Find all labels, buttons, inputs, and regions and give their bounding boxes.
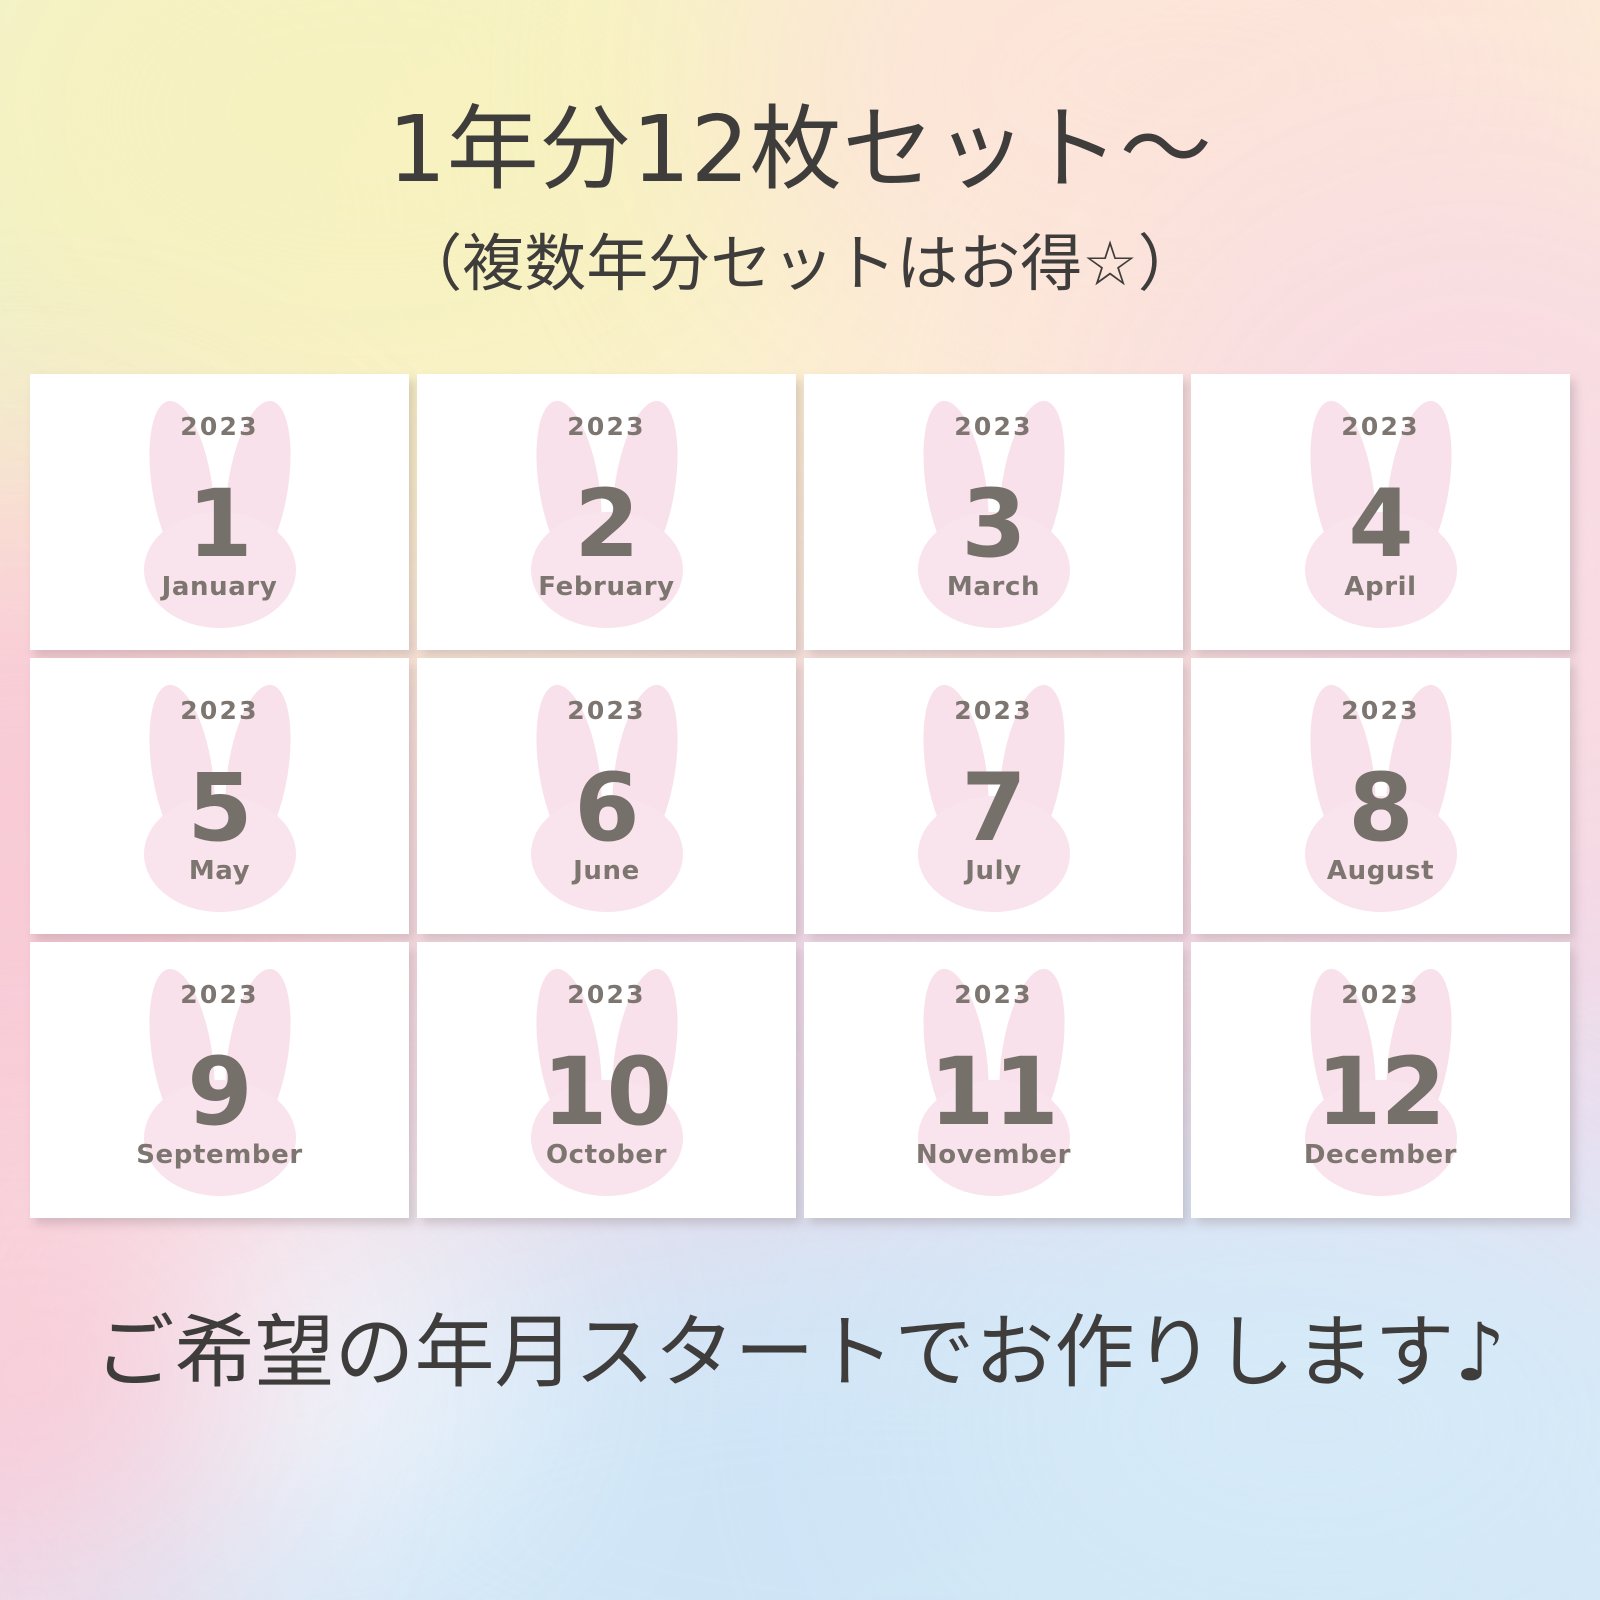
card-month-name: March xyxy=(946,572,1041,602)
card-year-label: 2023 xyxy=(954,412,1033,441)
card-text-layer: 2023 5 May xyxy=(30,658,409,934)
card-month-number: 3 xyxy=(961,470,1026,579)
card-year-label: 2023 xyxy=(954,696,1033,725)
card-text-layer: 2023 9 September xyxy=(30,942,409,1218)
card-year-label: 2023 xyxy=(954,980,1033,1009)
card-text-layer: 2023 10 October xyxy=(417,942,796,1218)
calendar-card-september[interactable]: 2023 9 September xyxy=(30,942,409,1218)
card-month-number: 11 xyxy=(929,1038,1059,1147)
card-month-number: 9 xyxy=(187,1038,252,1147)
card-month-number: 1 xyxy=(187,470,252,579)
card-month-name: June xyxy=(573,856,640,886)
calendar-card-august[interactable]: 2023 8 August xyxy=(1191,658,1570,934)
card-year-label: 2023 xyxy=(1341,412,1420,441)
card-month-number: 4 xyxy=(1348,470,1413,579)
card-month-name: April xyxy=(1344,572,1417,602)
card-text-layer: 2023 1 January xyxy=(30,374,409,650)
calendar-card-november[interactable]: 2023 11 November xyxy=(804,942,1183,1218)
calendar-card-march[interactable]: 2023 3 March xyxy=(804,374,1183,650)
footer-note: ご希望の年月スタートでお作りします♪ xyxy=(94,1306,1506,1399)
calendar-card-june[interactable]: 2023 6 June xyxy=(417,658,796,934)
card-text-layer: 2023 2 February xyxy=(417,374,796,650)
card-month-number: 8 xyxy=(1348,754,1413,863)
calendar-card-april[interactable]: 2023 4 April xyxy=(1191,374,1570,650)
card-month-number: 6 xyxy=(574,754,639,863)
card-year-label: 2023 xyxy=(180,696,259,725)
card-month-name: November xyxy=(915,1140,1072,1170)
page-subtitle: （複数年分セットはお得☆） xyxy=(400,226,1200,300)
card-month-name: July xyxy=(965,856,1022,886)
card-month-name: February xyxy=(538,572,675,602)
card-text-layer: 2023 4 April xyxy=(1191,374,1570,650)
card-month-name: August xyxy=(1326,856,1435,886)
card-year-label: 2023 xyxy=(180,980,259,1009)
card-year-label: 2023 xyxy=(567,980,646,1009)
card-year-label: 2023 xyxy=(180,412,259,441)
card-month-number: 10 xyxy=(542,1038,672,1147)
calendar-card-january[interactable]: 2023 1 January xyxy=(30,374,409,650)
headline-block: 1年分12枚セット〜 （複数年分セットはお得☆） xyxy=(0,96,1600,301)
calendar-card-grid: 2023 1 January 2023 2 February 2023 3 Ma… xyxy=(30,374,1570,1218)
card-year-label: 2023 xyxy=(567,696,646,725)
calendar-card-july[interactable]: 2023 7 July xyxy=(804,658,1183,934)
card-month-name: May xyxy=(188,856,251,886)
promo-image-canvas: 1年分12枚セット〜 （複数年分セットはお得☆） 2023 1 January … xyxy=(0,0,1600,1600)
card-text-layer: 2023 8 August xyxy=(1191,658,1570,934)
calendar-card-february[interactable]: 2023 2 February xyxy=(417,374,796,650)
card-year-label: 2023 xyxy=(567,412,646,441)
card-month-name: January xyxy=(161,572,278,602)
calendar-card-may[interactable]: 2023 5 May xyxy=(30,658,409,934)
footer-block: ご希望の年月スタートでお作りします♪ xyxy=(0,1288,1600,1404)
page-title: 1年分12枚セット〜 xyxy=(387,96,1213,203)
card-text-layer: 2023 12 December xyxy=(1191,942,1570,1218)
card-text-layer: 2023 3 March xyxy=(804,374,1183,650)
card-month-name: October xyxy=(545,1140,668,1170)
card-month-number: 5 xyxy=(187,754,252,863)
card-month-name: September xyxy=(136,1140,303,1170)
card-text-layer: 2023 6 June xyxy=(417,658,796,934)
calendar-card-october[interactable]: 2023 10 October xyxy=(417,942,796,1218)
card-month-number: 12 xyxy=(1316,1038,1446,1147)
card-text-layer: 2023 7 July xyxy=(804,658,1183,934)
card-year-label: 2023 xyxy=(1341,980,1420,1009)
card-month-number: 7 xyxy=(961,754,1026,863)
card-text-layer: 2023 11 November xyxy=(804,942,1183,1218)
card-month-number: 2 xyxy=(574,470,639,579)
calendar-card-december[interactable]: 2023 12 December xyxy=(1191,942,1570,1218)
card-month-name: December xyxy=(1303,1140,1458,1170)
card-year-label: 2023 xyxy=(1341,696,1420,725)
